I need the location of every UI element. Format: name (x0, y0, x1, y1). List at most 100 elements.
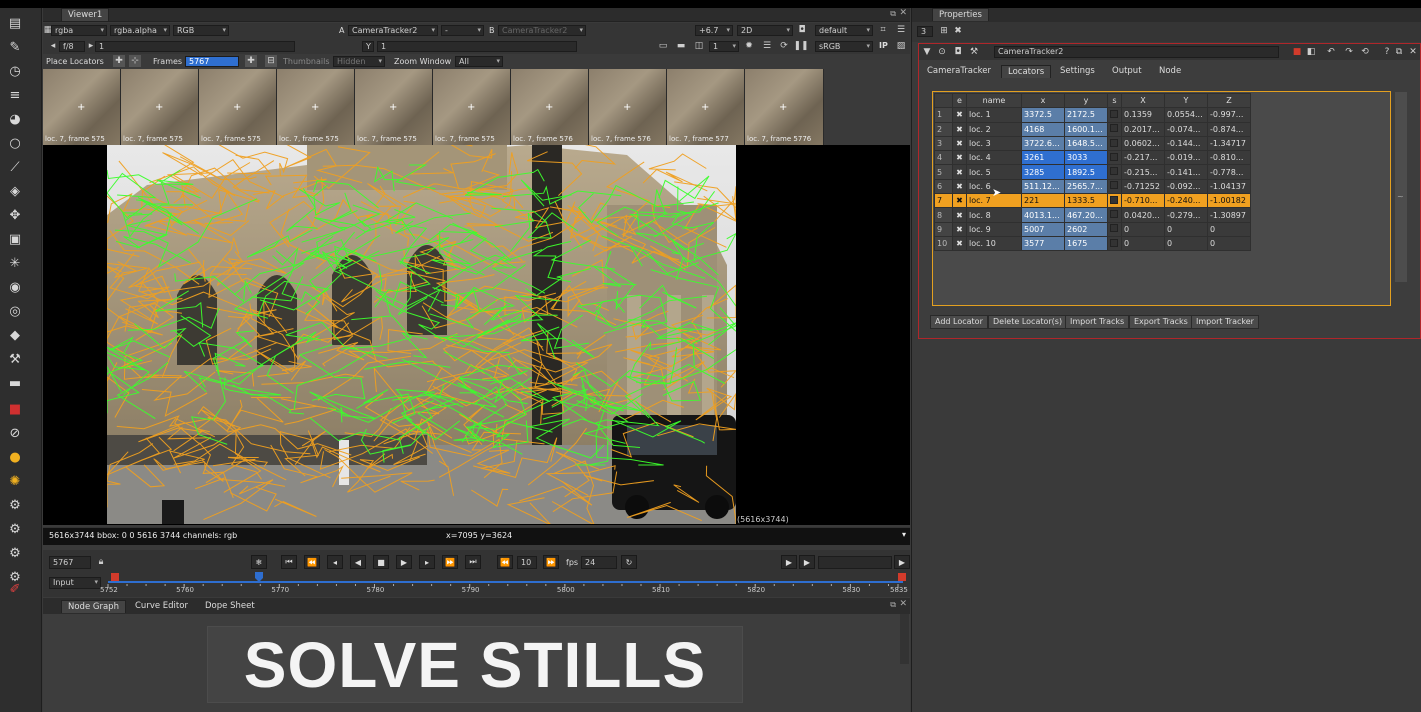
enabled-checkbox[interactable]: ✖ (952, 164, 967, 180)
refresh-icon[interactable]: ⟳ (778, 40, 790, 52)
enabled-checkbox[interactable]: ✖ (952, 178, 967, 195)
fstop-field[interactable]: f/8 (59, 41, 85, 52)
locator-world-x[interactable]: -0.71252 (1121, 178, 1165, 195)
remove-frame-icon[interactable]: ⊟ (265, 55, 277, 67)
locator-name[interactable]: loc. 8 (966, 207, 1022, 223)
plugin-icon[interactable]: ⊘ (6, 424, 24, 442)
hatch-icon[interactable]: ▨ (895, 40, 907, 52)
solve-checkbox[interactable] (1107, 150, 1122, 166)
locator-name[interactable]: loc. 2 (966, 121, 1022, 137)
locator-x[interactable]: 3372.5 (1021, 107, 1065, 123)
lut-dropdown[interactable]: default (815, 25, 873, 36)
flipbook-icon[interactable]: ▶ (781, 555, 797, 569)
stop-icon[interactable]: ■ (373, 555, 389, 569)
brush-icon[interactable]: ✐ (6, 580, 24, 598)
tab-settings[interactable]: Settings (1054, 65, 1101, 78)
locator-x[interactable]: 511.12... (1021, 178, 1065, 195)
delete-locators-button[interactable]: Delete Locator(s) (988, 315, 1068, 329)
gear3-icon[interactable]: ⚙ (6, 544, 24, 562)
column-header[interactable]: Y (1164, 92, 1208, 109)
time-icon[interactable]: ◷ (6, 62, 24, 80)
frame-slider-field[interactable]: 1 (95, 41, 295, 52)
locator-y[interactable]: 2565.7... (1064, 178, 1108, 195)
image-icon[interactable]: ▤ (6, 14, 24, 32)
row-number[interactable]: 5 (934, 164, 953, 180)
roi-icon[interactable]: ⌗ (877, 24, 889, 36)
locator-thumbnail[interactable]: + loc. 7, frame 575 (121, 69, 199, 145)
add-locator-button[interactable]: Add Locator (930, 315, 988, 329)
enabled-checkbox[interactable]: ✖ (952, 135, 967, 152)
table-row[interactable]: 4 ✖ loc. 4 3261 3033 -0.217... -0.019... -0.810… (934, 150, 1251, 166)
tab-output[interactable]: Output (1106, 65, 1148, 78)
skip-back-icon[interactable]: ⏪ (497, 555, 513, 569)
locator-thumbnail[interactable]: + loc. 7, frame 5776 (745, 69, 824, 145)
locator-thumbnail[interactable]: + loc. 7, frame 576 (511, 69, 589, 145)
float-icon[interactable]: ⧉ (1393, 46, 1405, 58)
solve-checkbox[interactable] (1107, 107, 1122, 123)
locator-world-y[interactable]: -0.074... (1164, 121, 1208, 137)
transform-icon[interactable]: ✥ (6, 206, 24, 224)
solve-checkbox[interactable] (1107, 193, 1122, 209)
tab-properties[interactable]: Properties (932, 8, 989, 21)
y-field[interactable]: 1 (377, 41, 577, 52)
locator-y[interactable]: 3033 (1064, 150, 1108, 166)
merge-icon[interactable]: ◈ (6, 182, 24, 200)
locator-x[interactable]: 4013.1... (1021, 207, 1065, 223)
locator-world-y[interactable]: -0.279... (1164, 207, 1208, 223)
other-icon[interactable]: ▬ (6, 374, 24, 392)
next-keyframe-icon[interactable]: ⏩ (442, 555, 458, 569)
last-frame-icon[interactable]: ⏭ (465, 555, 481, 569)
proxy-icon[interactable]: ◫ (693, 40, 705, 52)
gain-field[interactable]: +6.7 (695, 25, 733, 36)
locator-x[interactable]: 5007 (1021, 221, 1065, 237)
locator-y[interactable]: 1600.1... (1064, 121, 1108, 137)
flipbook2-icon[interactable]: ▶ (799, 555, 815, 569)
locator-name[interactable]: loc. 1 (966, 107, 1022, 123)
first-frame-icon[interactable]: ⏮ (281, 555, 297, 569)
locator-thumbnail[interactable]: + loc. 7, frame 575 (199, 69, 277, 145)
table-row[interactable]: 3 ✖ loc. 3 3722.6... 1648.5... 0.0602... -0.14… (934, 135, 1251, 152)
locator-world-y[interactable]: -0.141... (1164, 164, 1208, 180)
import-tracker-button[interactable]: Import Tracker (1191, 315, 1259, 329)
locator-name[interactable]: loc. 3 (966, 135, 1022, 152)
play-forward-icon[interactable]: ▶ (396, 555, 412, 569)
column-header[interactable]: y (1064, 92, 1108, 109)
locator-y[interactable]: 1892.5 (1064, 164, 1108, 180)
input-mode-dropdown[interactable]: Input (49, 577, 101, 589)
draw-icon[interactable]: ✎ (6, 38, 24, 56)
input-b-dropdown[interactable]: CameraTracker2 (498, 25, 586, 36)
particles-icon[interactable]: ✳ (6, 254, 24, 272)
table-row[interactable]: 8 ✖ loc. 8 4013.1... 467.20... 0.0420... -0.27… (934, 207, 1251, 223)
locator-world-x[interactable]: 0.0602... (1121, 135, 1165, 152)
table-row[interactable]: 6 ✖ loc. 6 511.12... 2565.7... -0.71252 -0.092… (934, 178, 1251, 195)
skip-forward-icon[interactable]: ⏩ (543, 555, 559, 569)
row-number[interactable]: 6 (934, 178, 953, 195)
locator-x[interactable]: 4168 (1021, 121, 1065, 137)
column-header[interactable]: name (966, 92, 1022, 109)
locator-y[interactable]: 1648.5... (1064, 135, 1108, 152)
camera-icon[interactable]: ◘ (796, 24, 808, 36)
metadata-icon[interactable]: ◆ (6, 326, 24, 344)
play-backward-icon[interactable]: ◀ (350, 555, 366, 569)
locator-x[interactable]: 3285 (1021, 164, 1065, 180)
locator-world-x[interactable]: 0.1359 (1121, 107, 1165, 123)
grid-icon[interactable]: ☰ (761, 40, 773, 52)
locator-world-x[interactable]: 0 (1121, 235, 1165, 252)
revert-icon[interactable]: ⟲ (1359, 46, 1371, 58)
colorspace-dropdown[interactable]: sRGB (815, 41, 873, 52)
color-icon[interactable]: ◕ (6, 110, 24, 128)
snowflake-icon[interactable]: ❄ (251, 555, 267, 569)
locator-world-y[interactable]: -0.240... (1164, 193, 1208, 209)
export-tracks-button[interactable]: Export Tracks (1129, 315, 1193, 329)
locator-thumbnail[interactable]: + loc. 7, frame 576 (589, 69, 667, 145)
ofx2-icon[interactable]: ✺ (6, 472, 24, 490)
panel-scrollbar[interactable]: ~ (1395, 92, 1407, 282)
locator-world-z[interactable]: -0.778... (1207, 164, 1251, 180)
locator-x[interactable]: 3577 (1021, 235, 1065, 252)
row-number[interactable]: 4 (934, 150, 953, 166)
locator-x[interactable]: 3261 (1021, 150, 1065, 166)
table-row[interactable]: 7 ✖ loc. 7 221 1333.5 -0.710... -0.240... -1.00… (934, 193, 1251, 209)
fps-field[interactable]: 24 (581, 556, 617, 569)
sun-icon[interactable]: ✹ (743, 40, 755, 52)
gear2-icon[interactable]: ⚙ (6, 520, 24, 538)
